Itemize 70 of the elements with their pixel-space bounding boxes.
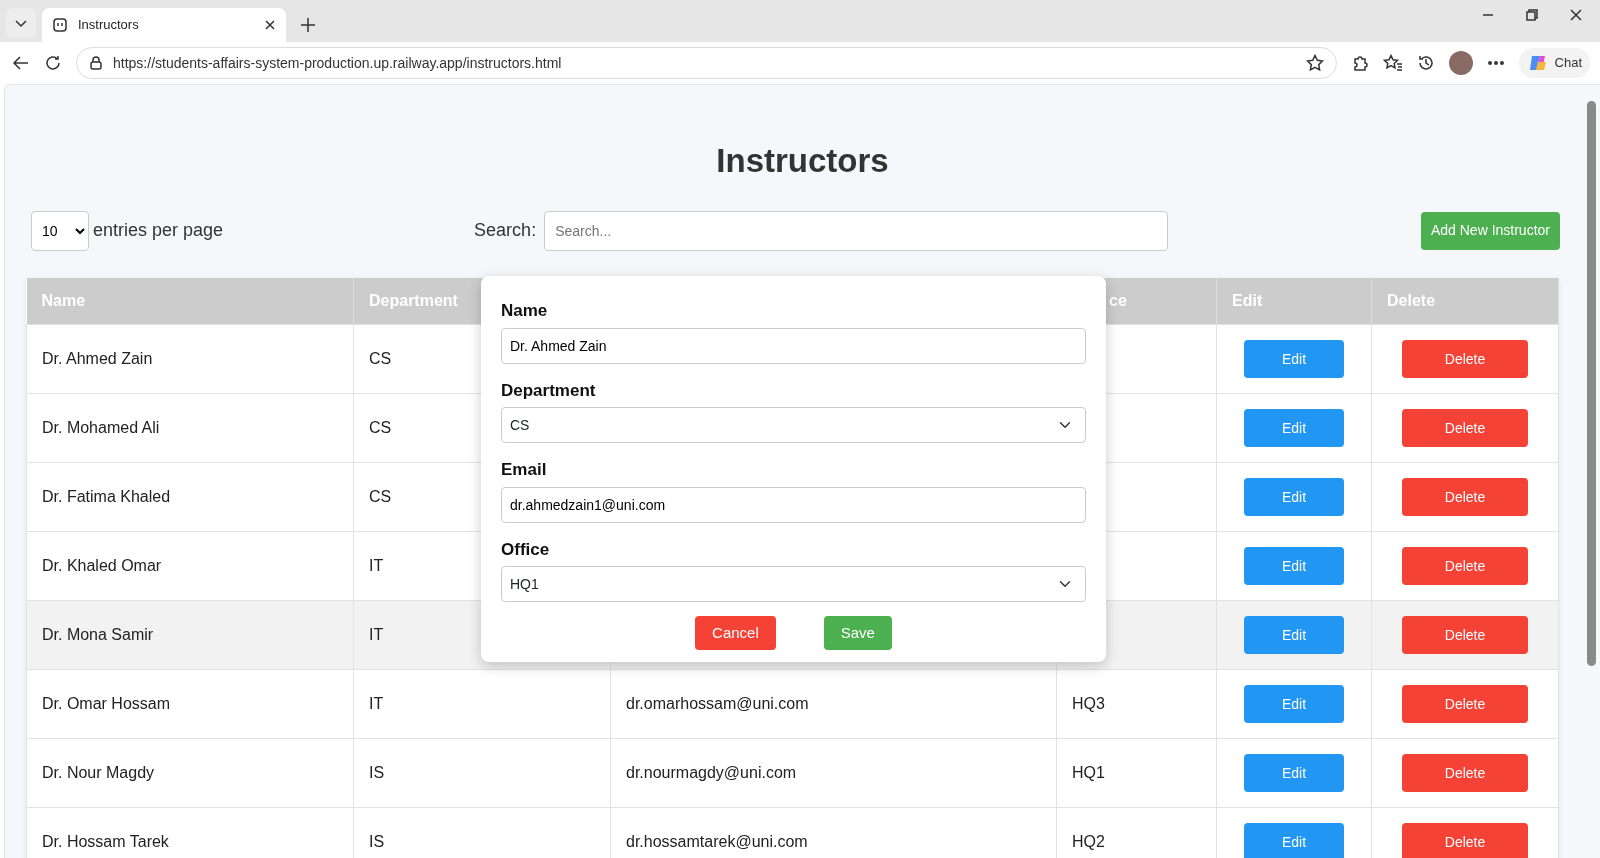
page-size-label: entries per page: [93, 219, 224, 243]
edit-button[interactable]: Edit: [1244, 547, 1344, 586]
delete-button[interactable]: Delete: [1402, 754, 1528, 793]
input-field[interactable]: dr.ahmedzain1@uni.com: [501, 486, 1086, 523]
browser-tab[interactable]: Instructors: [42, 8, 286, 42]
add-instructor-button[interactable]: Add New Instructor: [1420, 211, 1560, 250]
table-cell: Dr. Ahmed Zain: [42, 350, 153, 368]
cancel-button[interactable]: Cancel: [695, 616, 776, 650]
delete-button[interactable]: Delete: [1402, 409, 1528, 448]
save-button[interactable]: Save: [823, 616, 892, 650]
table-cell: Dr. Nour Magdy: [42, 764, 155, 782]
page-icon: [52, 17, 68, 33]
table-cell: Dr. Khaled Omar: [42, 557, 162, 575]
edit-button[interactable]: Edit: [1244, 754, 1344, 793]
scrollbar[interactable]: [1587, 101, 1596, 666]
field-label: Name: [501, 300, 548, 322]
input-field[interactable]: Dr. Ahmed Zain: [501, 327, 1086, 364]
table-cell: IS: [369, 764, 385, 782]
select-field[interactable]: CS: [501, 407, 1086, 443]
table-cell: HQ1: [1072, 764, 1105, 782]
tab-list-button[interactable]: [6, 8, 36, 38]
page-size-select[interactable]: 10: [31, 210, 89, 251]
table-cell: HQ3: [1072, 695, 1105, 713]
table-cell: CS: [369, 350, 392, 368]
delete-button[interactable]: Delete: [1402, 616, 1528, 655]
favorites-icon[interactable]: [1382, 54, 1403, 72]
star-icon[interactable]: [1305, 54, 1324, 72]
table-cell: Dr. Hossam Tarek: [42, 833, 169, 851]
search-field[interactable]: Search...: [544, 210, 1169, 251]
field-label: Email: [501, 459, 547, 481]
page-title: Instructors: [715, 141, 890, 181]
delete-button[interactable]: Delete: [1402, 478, 1528, 517]
table-cell: Dr. Fatima Khaled: [42, 488, 171, 506]
reload-icon[interactable]: [44, 54, 62, 72]
table-cell: HQ2: [1072, 833, 1105, 851]
delete-button[interactable]: Delete: [1402, 547, 1528, 586]
delete-button[interactable]: Delete: [1402, 823, 1528, 858]
table-cell: CS: [369, 488, 392, 506]
select-field[interactable]: HQ1: [501, 566, 1086, 602]
edit-button[interactable]: Edit: [1244, 478, 1344, 517]
new-tab-icon[interactable]: [300, 17, 316, 33]
edit-button[interactable]: Edit: [1244, 616, 1344, 655]
edit-button[interactable]: Edit: [1244, 685, 1344, 724]
history-icon[interactable]: [1416, 54, 1435, 72]
lock-icon: [89, 56, 103, 70]
delete-button[interactable]: Delete: [1402, 685, 1528, 724]
restore-icon[interactable]: [1526, 9, 1538, 21]
chat-button[interactable]: Chat: [1518, 48, 1590, 78]
profile-avatar[interactable]: [1448, 51, 1473, 75]
table-cell: Dr. Omar Hossam: [42, 695, 170, 713]
field-label: Department: [501, 379, 596, 402]
field-label: Office: [501, 538, 550, 561]
table-cell: Dr. Mona Samir: [42, 626, 154, 644]
edit-button[interactable]: Edit: [1244, 340, 1344, 379]
table-cell: dr.omarhossam@uni.com: [626, 695, 809, 713]
table-cell: IT: [369, 695, 384, 713]
table-cell: IS: [369, 833, 385, 851]
edit-button[interactable]: Edit: [1244, 409, 1344, 448]
delete-button[interactable]: Delete: [1402, 340, 1528, 379]
table-cell: IT: [369, 626, 384, 644]
table-cell: Dr. Mohamed Ali: [42, 419, 160, 437]
close-icon[interactable]: [264, 19, 276, 31]
edit-button[interactable]: Edit: [1244, 823, 1344, 858]
table-cell: dr.nourmagdy@uni.com: [626, 764, 797, 782]
table-cell: dr.hossamtarek@uni.com: [626, 833, 808, 851]
close-icon[interactable]: [1570, 9, 1582, 21]
search-label: Search:: [474, 219, 537, 243]
back-icon[interactable]: [12, 54, 30, 72]
table-cell: CS: [369, 419, 392, 437]
table-cell: IT: [369, 557, 384, 575]
